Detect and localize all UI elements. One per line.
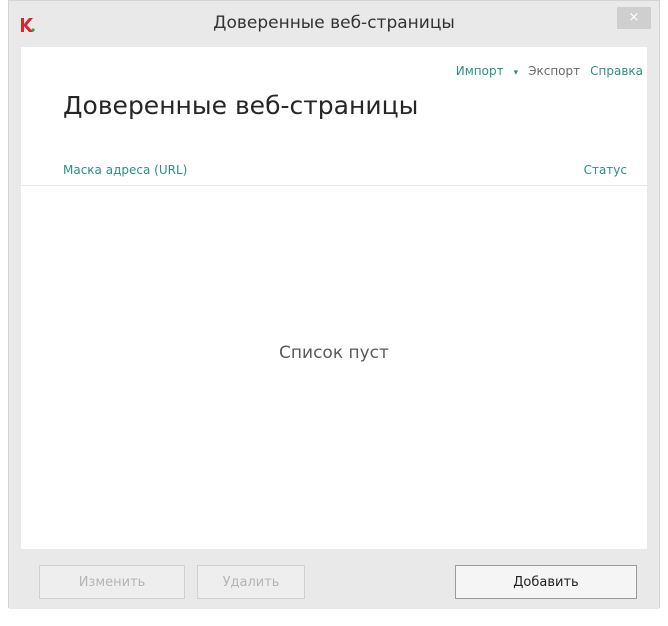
- page-title: Доверенные веб-страницы: [63, 91, 419, 120]
- button-bar: Изменить Удалить Добавить: [9, 549, 659, 609]
- trusted-pages-window: Доверенные веб-страницы × Импорт ▾ Экспор…: [8, 0, 660, 609]
- header-divider: [21, 185, 647, 186]
- help-link[interactable]: Справка: [590, 64, 643, 78]
- column-header-status[interactable]: Статус: [584, 163, 627, 177]
- close-icon: ×: [628, 10, 640, 25]
- column-header-url[interactable]: Маска адреса (URL): [63, 163, 187, 177]
- window-title: Доверенные веб-страницы: [213, 13, 455, 33]
- title-bar: Доверенные веб-страницы ×: [9, 1, 659, 47]
- empty-list-message: Список пуст: [279, 343, 389, 363]
- delete-button[interactable]: Удалить: [197, 565, 305, 599]
- close-button[interactable]: ×: [617, 7, 651, 29]
- edit-button[interactable]: Изменить: [39, 565, 185, 599]
- top-links: Импорт ▾ Экспорт Справка: [436, 64, 643, 78]
- chevron-down-icon: ▾: [513, 68, 519, 78]
- export-link[interactable]: Экспорт: [528, 64, 580, 78]
- import-link[interactable]: Импорт ▾: [446, 64, 518, 78]
- import-label: Импорт: [455, 64, 504, 78]
- main-content: Импорт ▾ Экспорт Справка Доверенные веб-с…: [21, 47, 647, 549]
- add-button[interactable]: Добавить: [455, 565, 637, 599]
